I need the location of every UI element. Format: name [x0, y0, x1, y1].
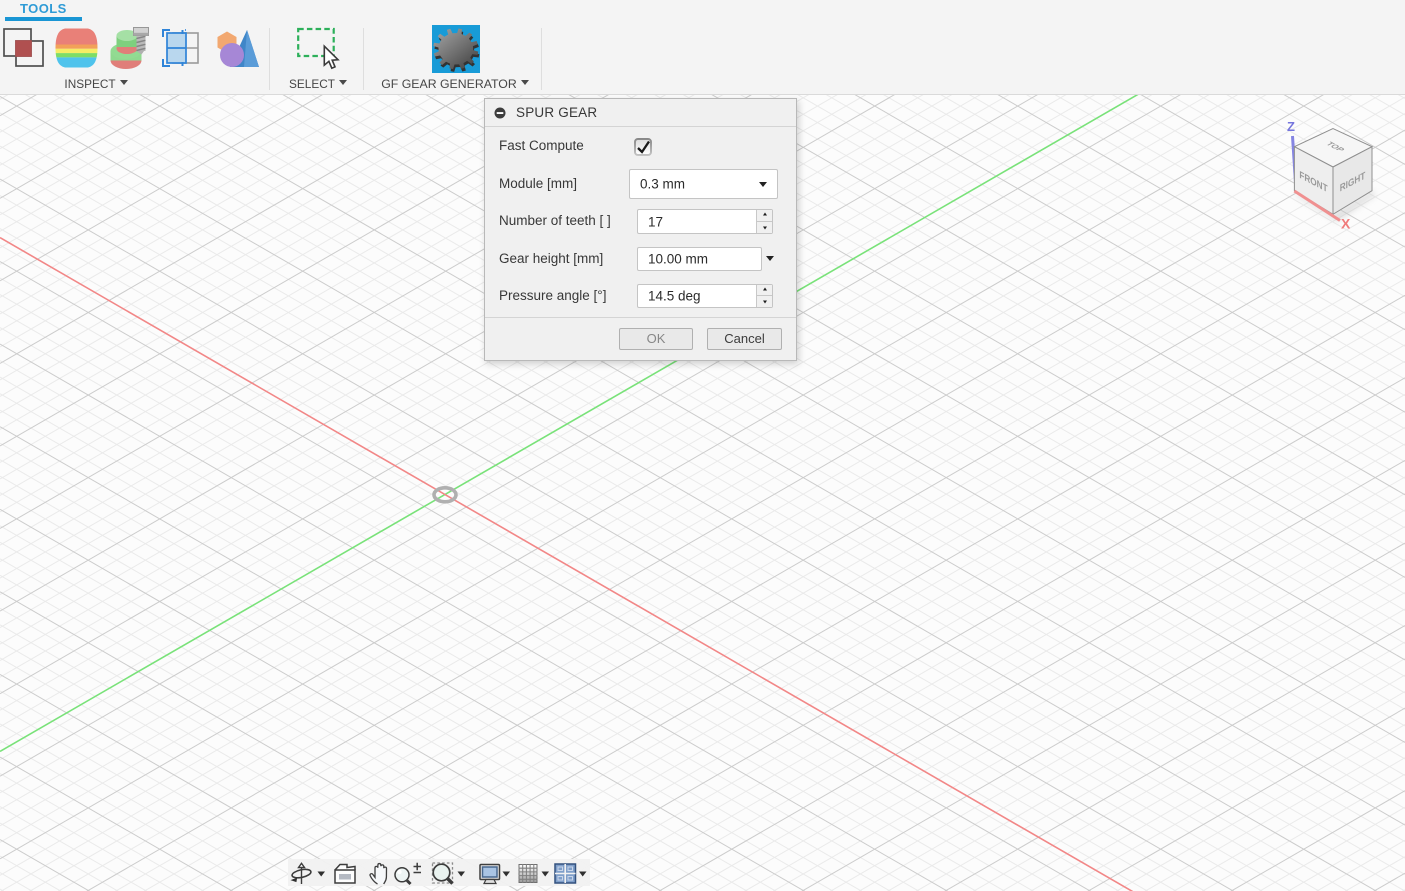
svg-text:X: X [1341, 216, 1351, 232]
svg-text:Z: Z [1287, 119, 1295, 134]
